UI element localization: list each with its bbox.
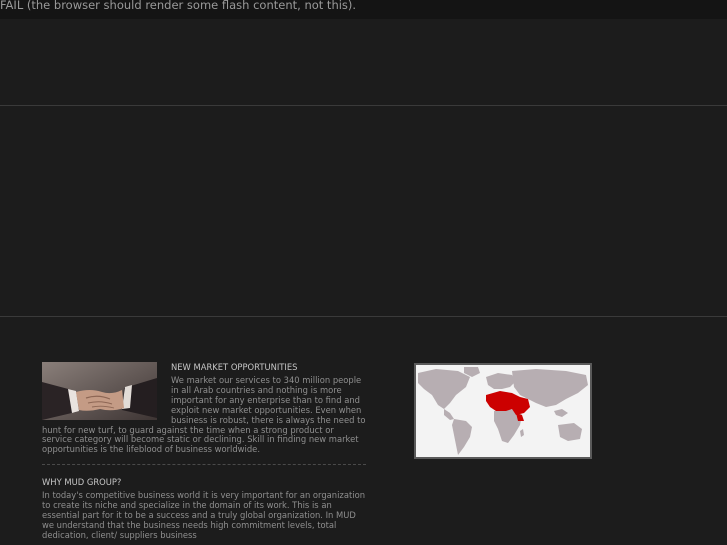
section-why-mud: WHY MUD GROUP? In today's competitive bu… [42,477,366,541]
header-divider [0,105,727,106]
main-content: NEW MARKET OPPORTUNITIES We market our s… [42,362,366,541]
section-separator [42,464,366,466]
flash-fallback-notice: FAIL (the browser should render some fla… [0,0,727,19]
banner-divider [0,316,727,317]
section-new-market: NEW MARKET OPPORTUNITIES We market our s… [42,362,366,455]
handshake-image [42,362,157,420]
page: FAIL (the browser should render some fla… [0,0,727,545]
world-map-image [414,363,592,459]
world-map-icon [416,365,590,457]
section-title-why-mud: WHY MUD GROUP? [42,477,122,488]
section-body-why-mud: In today's competitive business world it… [42,490,366,540]
